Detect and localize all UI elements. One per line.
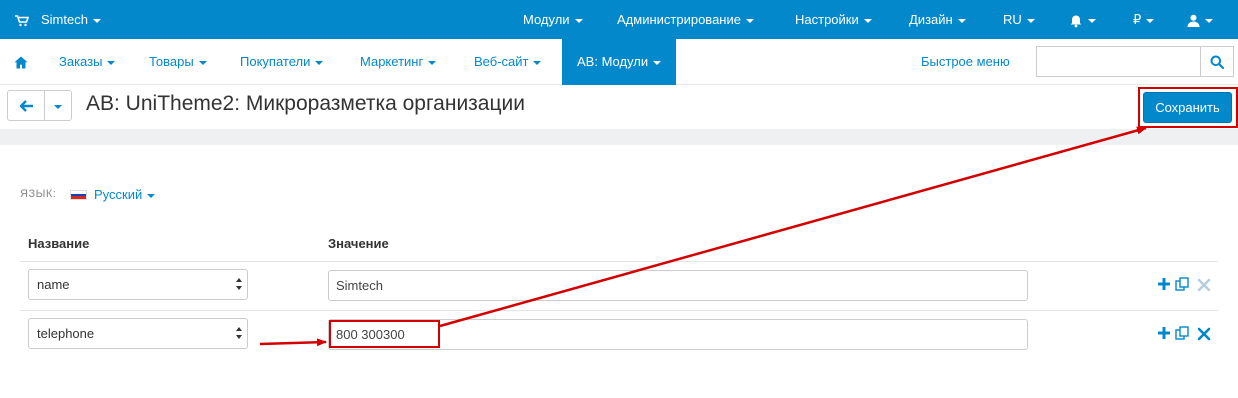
home-icon[interactable] bbox=[14, 39, 28, 85]
russia-flag-icon bbox=[70, 190, 87, 200]
chevron-down-icon bbox=[54, 104, 62, 109]
property-select[interactable]: name bbox=[28, 269, 248, 300]
nav-products[interactable]: Товары bbox=[149, 39, 207, 85]
chevron-down-icon bbox=[1088, 18, 1096, 23]
nav-marketing[interactable]: Маркетинг bbox=[360, 39, 437, 85]
chevron-down-icon bbox=[1205, 18, 1213, 23]
add-icon[interactable] bbox=[1157, 277, 1171, 291]
divider bbox=[0, 129, 1238, 145]
menu-modules-label: Модули bbox=[523, 12, 570, 27]
annotation-highlight-telephone bbox=[329, 320, 440, 348]
column-header-name: Название bbox=[28, 236, 90, 251]
nav-products-label: Товары bbox=[149, 54, 194, 69]
clone-icon[interactable] bbox=[1175, 277, 1189, 291]
page-title: AB: UniTheme2: Микроразметка организации bbox=[86, 92, 525, 115]
nav-orders[interactable]: Заказы bbox=[59, 39, 116, 85]
clone-icon[interactable] bbox=[1175, 326, 1189, 340]
store-name: Simtech bbox=[41, 12, 88, 27]
currency-menu[interactable]: ₽ bbox=[1133, 0, 1155, 39]
property-select-value: telephone bbox=[37, 326, 95, 341]
chevron-down-icon bbox=[653, 60, 662, 65]
language-selector[interactable]: Русский bbox=[94, 187, 156, 202]
chevron-down-icon bbox=[533, 60, 542, 65]
menu-design[interactable]: Дизайн bbox=[909, 0, 966, 39]
chevron-down-icon bbox=[574, 18, 583, 23]
chevron-down-icon bbox=[957, 18, 966, 23]
top-bar: Simtech Модули Администрирование Настрой… bbox=[0, 0, 1238, 39]
history-dropdown[interactable] bbox=[44, 90, 72, 121]
chevron-down-icon bbox=[1026, 18, 1035, 23]
arrow-left-icon bbox=[20, 100, 33, 112]
language-value: Русский bbox=[94, 187, 143, 202]
menu-settings-label: Настройки bbox=[795, 12, 859, 27]
row-divider bbox=[20, 261, 1218, 262]
annotation-highlight-save bbox=[1138, 87, 1238, 128]
select-arrows-icon bbox=[236, 327, 242, 339]
column-header-value: Значение bbox=[328, 236, 389, 251]
language-label: ЯЗЫК: bbox=[20, 188, 57, 200]
menu-language-label: RU bbox=[1003, 12, 1022, 27]
chevron-down-icon bbox=[198, 60, 207, 65]
store-selector[interactable]: Simtech bbox=[41, 0, 101, 39]
menu-settings[interactable]: Настройки bbox=[795, 0, 872, 39]
nav-customers-label: Покупатели bbox=[240, 54, 311, 69]
chevron-down-icon bbox=[315, 60, 324, 65]
value-input[interactable]: Simtech bbox=[328, 270, 1028, 301]
nav-marketing-label: Маркетинг bbox=[360, 54, 424, 69]
menu-design-label: Дизайн bbox=[909, 12, 953, 27]
chevron-down-icon bbox=[1146, 18, 1155, 23]
row-divider bbox=[20, 310, 1218, 311]
add-icon[interactable] bbox=[1157, 326, 1171, 340]
user-menu[interactable] bbox=[1187, 0, 1213, 39]
chevron-down-icon bbox=[428, 60, 437, 65]
menu-language[interactable]: RU bbox=[1003, 0, 1035, 39]
search-icon bbox=[1210, 55, 1224, 69]
nav-website-label: Веб-сайт bbox=[474, 54, 529, 69]
chevron-down-icon bbox=[107, 60, 116, 65]
nav-customers[interactable]: Покупатели bbox=[240, 39, 324, 85]
search-input[interactable] bbox=[1036, 46, 1201, 77]
notifications-menu[interactable] bbox=[1069, 0, 1096, 39]
remove-icon[interactable] bbox=[1197, 278, 1211, 292]
menu-modules[interactable]: Модули bbox=[523, 0, 583, 39]
property-select-value: name bbox=[37, 277, 70, 292]
remove-icon[interactable] bbox=[1197, 327, 1211, 341]
nav-ab-modules-label: AB: Модули bbox=[577, 54, 649, 69]
chevron-down-icon bbox=[92, 18, 101, 23]
select-arrows-icon bbox=[236, 278, 242, 290]
user-icon bbox=[1187, 14, 1200, 28]
quick-menu-link[interactable]: Быстрое меню bbox=[921, 39, 1010, 85]
bell-icon bbox=[1070, 15, 1082, 27]
currency-label: ₽ bbox=[1133, 12, 1142, 27]
chevron-down-icon bbox=[147, 193, 156, 198]
nav-website[interactable]: Веб-сайт bbox=[474, 39, 542, 85]
nav-orders-label: Заказы bbox=[59, 54, 103, 69]
nav-ab-modules[interactable]: AB: Модули bbox=[562, 39, 677, 85]
main-nav: Заказы Товары Покупатели Маркетинг Веб-с… bbox=[0, 39, 1238, 85]
back-button[interactable] bbox=[7, 90, 45, 121]
chevron-down-icon bbox=[745, 18, 754, 23]
cart-icon[interactable] bbox=[15, 0, 30, 39]
menu-administration-label: Администрирование bbox=[617, 12, 741, 27]
chevron-down-icon bbox=[863, 18, 872, 23]
property-select[interactable]: telephone bbox=[28, 318, 248, 349]
menu-administration[interactable]: Администрирование bbox=[617, 0, 754, 39]
annotation-arrow bbox=[259, 338, 327, 347]
title-bar: AB: UniTheme2: Микроразметка организации bbox=[0, 86, 1238, 129]
search-button[interactable] bbox=[1200, 46, 1234, 77]
